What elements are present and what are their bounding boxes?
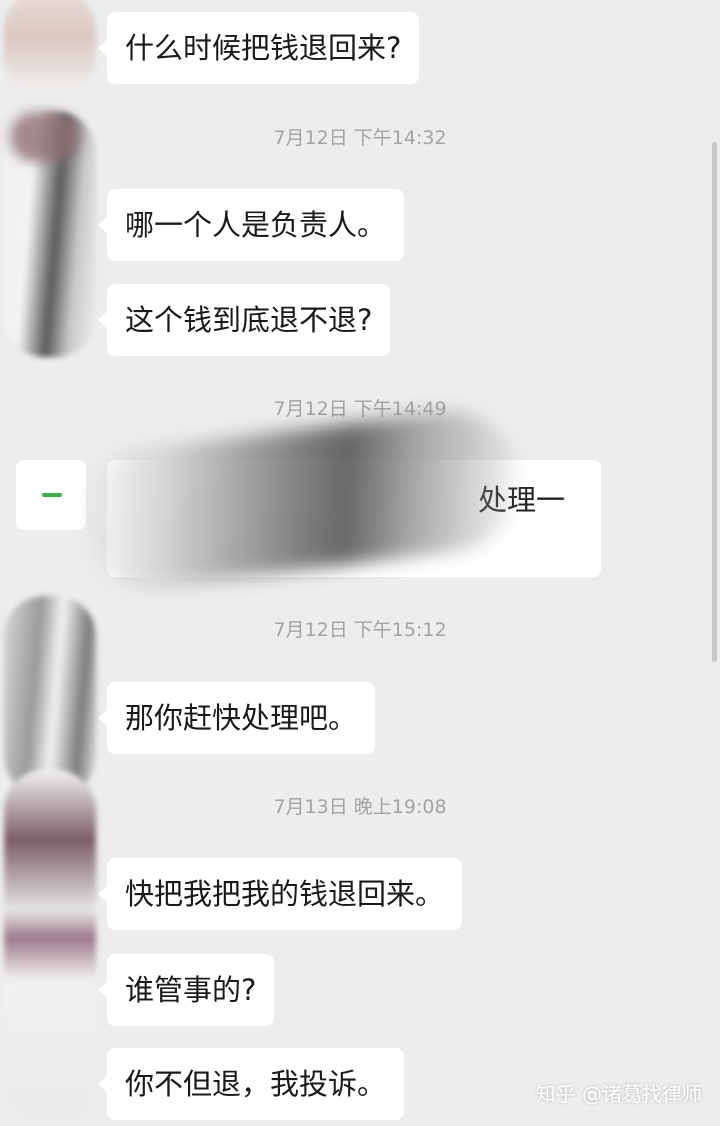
message-text: 哪一个人是负责人。 [125,208,387,242]
user-avatar[interactable] [16,460,86,530]
message-bubble[interactable]: 什么时候把钱退回来? [97,12,420,84]
message-bubble[interactable]: 快把我把我的钱退回来。 [97,858,463,930]
message-bubble[interactable]: 哪一个人是负责人。 [97,189,405,261]
message-text: 谁管事的? [125,973,257,1007]
timestamp: 7月12日 下午14:49 [273,398,447,420]
contact-avatar[interactable] [4,770,96,1120]
message-text: 快把我把我的钱退回来。 [125,877,445,911]
green-dash-icon [42,493,62,497]
message-text: 什么时候把钱退回来? [125,31,402,65]
message-text: 那你赶快处理吧。 [125,701,358,735]
message-bubble[interactable]: 谁管事的? [97,954,275,1026]
message-bubble[interactable]: 这个钱到底退不退? [97,284,391,356]
timestamp: 7月12日 下午15:12 [273,619,447,641]
timestamp: 7月13日 晚上19:08 [273,796,447,818]
watermark: 知乎 @诸葛找律师 [535,1082,702,1106]
message-text: 你不但退，我投诉。 [125,1067,387,1101]
timestamp: 7月12日 下午14:32 [273,127,447,149]
chat-area[interactable]: 什么时候把钱退回来? 7月12日 下午14:32 哪一个人是负责人。 这个钱到底… [0,0,720,1126]
message-bubble[interactable]: 你不但退，我投诉。 [97,1048,405,1120]
contact-avatar[interactable] [4,0,96,95]
message-text: 这个钱到底退不退? [125,303,373,337]
scrollbar[interactable] [712,142,717,662]
message-bubble[interactable]: 那你赶快处理吧。 [97,682,376,754]
